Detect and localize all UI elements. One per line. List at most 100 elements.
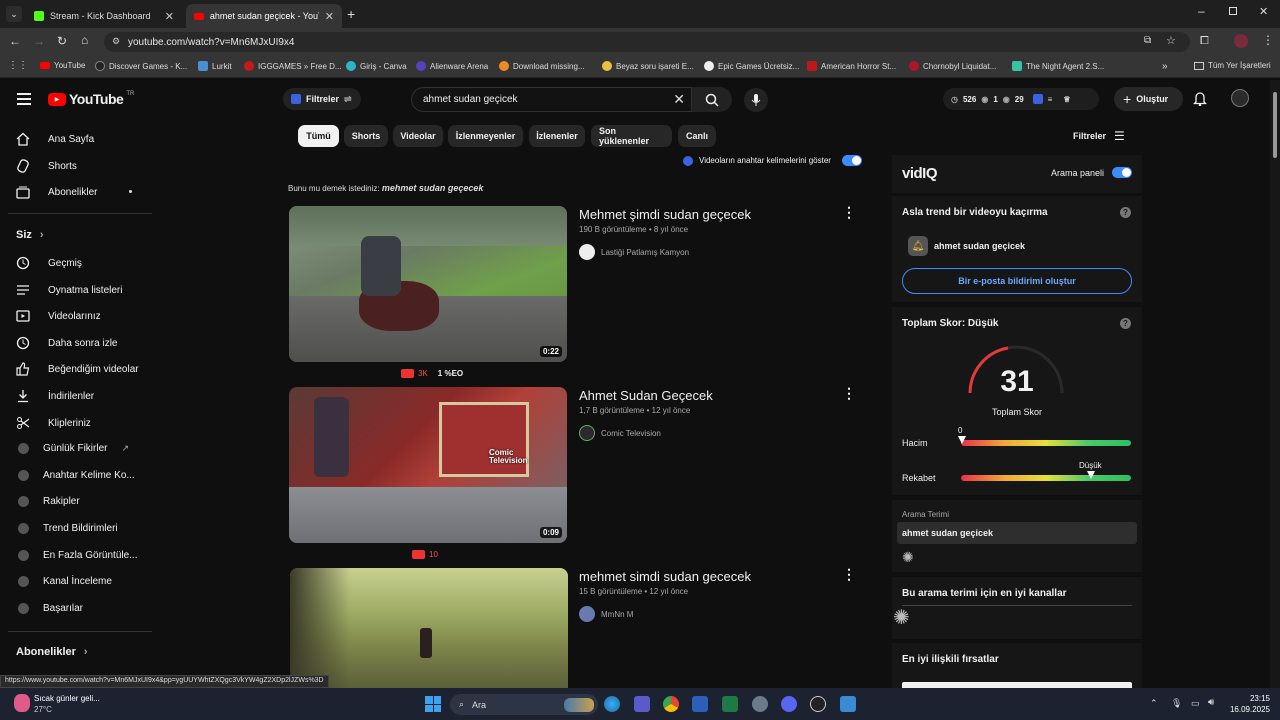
profile-avatar[interactable] [1234, 34, 1248, 48]
video-title[interactable]: mehmet simdi sudan gececek [579, 569, 751, 584]
weather-icon[interactable] [14, 694, 30, 712]
page-scrollbar[interactable] [1270, 80, 1280, 688]
sidebar-item-your-videos[interactable]: Videolarınız [16, 309, 101, 323]
chip-all[interactable]: Tümü [298, 125, 339, 147]
site-info-icon[interactable]: ⚙ [112, 36, 120, 47]
sidebar-subscriptions-header[interactable]: Abonelikler › [16, 646, 88, 658]
sidebar-item-watch-later[interactable]: Daha sonra izle [16, 336, 117, 350]
app-icon[interactable] [810, 696, 826, 712]
chip-unwatched[interactable]: İzlenmeyenler [448, 125, 523, 147]
more-actions-icon[interactable]: ⋮ [842, 204, 856, 221]
scrollbar-thumb[interactable] [1273, 92, 1277, 158]
search-term-field[interactable]: ahmet sudan geçicek [897, 522, 1137, 544]
close-icon[interactable]: ✕ [325, 10, 334, 23]
sidebar-item-subscriptions[interactable]: Abonelikler [16, 185, 97, 199]
sidebar-item-home[interactable]: Ana Sayfa [16, 132, 94, 146]
chip-live[interactable]: Canlı [678, 125, 716, 147]
notifications-button[interactable] [1192, 91, 1208, 111]
bookmark-item[interactable]: Giriş - Canva [346, 61, 407, 71]
address-bar[interactable]: ⚙ youtube.com/watch?v=Mn6MJxUI9x4 ⧉ ☆ [104, 32, 1190, 52]
clear-search-icon[interactable]: ✕ [673, 91, 685, 108]
bookmark-item[interactable]: Chornobyl Liquidat... [909, 61, 996, 71]
forward-icon[interactable]: → [33, 34, 45, 48]
keyword-toggle-switch[interactable] [841, 155, 862, 166]
discord-icon[interactable] [781, 696, 797, 712]
voice-search-button[interactable] [744, 88, 768, 112]
vidiq-stats-bar[interactable]: ◷ 526 ◉ 1 ◉ 29 ≡ ♕ [943, 88, 1099, 110]
all-bookmarks[interactable]: Tüm Yer İşaretleri [1194, 61, 1271, 70]
filters-button[interactable]: Filtreler ☰ [1073, 129, 1125, 143]
back-icon[interactable]: ← [9, 34, 21, 48]
search-input[interactable]: ahmet sudan geçicek ✕ [411, 87, 692, 112]
more-actions-icon[interactable]: ⋮ [842, 566, 856, 583]
sidebar-item-playlists[interactable]: Oynatma listeleri [16, 283, 122, 297]
help-icon[interactable]: ? [1120, 207, 1131, 218]
did-you-mean-link[interactable]: mehmet sudan geçecek [382, 183, 484, 193]
settings-app-icon[interactable] [752, 696, 768, 712]
sidebar-you-header[interactable]: Siz › [16, 229, 44, 241]
home-button-icon[interactable]: ⌂ [81, 33, 88, 47]
more-actions-icon[interactable]: ⋮ [842, 385, 856, 402]
menu-icon[interactable]: ⋮ [1262, 33, 1274, 47]
apps-icon[interactable]: ⋮⋮ [8, 60, 28, 71]
word-icon[interactable] [692, 696, 708, 712]
account-avatar[interactable] [1231, 89, 1249, 107]
tab-search-button[interactable]: ⌄ [6, 6, 22, 22]
edge-icon[interactable] [604, 696, 620, 712]
bookmark-item[interactable]: Discover Games - K... [95, 61, 187, 71]
teams-icon[interactable] [634, 696, 650, 712]
create-button[interactable]: + Oluştur [1114, 87, 1183, 111]
channel-link[interactable]: Comic Television [579, 425, 661, 441]
channel-link[interactable]: MmNn M [579, 606, 633, 622]
video-thumbnail[interactable] [290, 568, 568, 688]
hamburger-menu-icon[interactable] [17, 93, 31, 105]
youtube-logo[interactable]: ▶ YouTube TR [48, 91, 134, 107]
sidebar-item-shorts[interactable]: Shorts [16, 159, 77, 173]
volume-icon[interactable]: 🔊︎ [1208, 697, 1214, 708]
extensions-icon[interactable]: ⧠ [1200, 35, 1209, 48]
video-title[interactable]: Ahmet Sudan Geçecek [579, 388, 713, 403]
create-email-alert-button[interactable]: Bir e-posta bildirimi oluştur [902, 268, 1132, 294]
bookmark-item[interactable]: Lurkit [198, 61, 232, 71]
new-tab-icon[interactable]: + [347, 6, 355, 22]
sidebar-item-keyword-tool[interactable]: Anahtar Kelime Ko... [16, 470, 135, 481]
chip-videos[interactable]: Videolar [393, 125, 443, 147]
video-title[interactable]: Mehmet şimdi sudan geçecek [579, 207, 751, 222]
windows-start-icon[interactable] [425, 696, 441, 712]
install-icon[interactable]: ⧉ [1144, 35, 1151, 46]
video-thumbnail[interactable]: 0:22 [289, 206, 567, 362]
search-button[interactable] [692, 87, 732, 112]
bookmark-item[interactable]: The Night Agent 2.S... [1012, 61, 1104, 71]
search-panel-toggle[interactable] [1112, 167, 1132, 178]
sidebar-item-achievements[interactable]: Başarılar [16, 603, 83, 614]
clock[interactable]: 23:15 16.09.2025 [1226, 693, 1270, 715]
sidebar-item-history[interactable]: Geçmiş [16, 256, 82, 270]
network-icon[interactable]: ▭ [1191, 698, 1200, 709]
app-icon[interactable] [840, 696, 856, 712]
sidebar-item-liked[interactable]: Beğendiğim videolar [16, 362, 139, 376]
sidebar-item-trend-alerts[interactable]: Trend Bildirimleri [16, 523, 118, 534]
vidiq-filters-button[interactable]: Filtreler ⇌ [283, 88, 361, 110]
maximize-icon[interactable] [1229, 7, 1237, 15]
chip-recent[interactable]: Son yüklenenler [591, 125, 672, 147]
bookmark-item[interactable]: Alienware Arena [416, 61, 488, 71]
bookmark-star-icon[interactable]: ☆ [1166, 34, 1176, 47]
tab-youtube[interactable]: ahmet sudan geçicek - YouTube ✕ [186, 4, 342, 28]
more-bookmarks-icon[interactable]: » [1162, 61, 1168, 72]
bookmark-item[interactable]: Beyaz soru işareti E... [602, 61, 694, 71]
channel-link[interactable]: Lastiği Patlamış Kamyon [579, 244, 689, 260]
excel-icon[interactable] [722, 696, 738, 712]
video-thumbnail[interactable]: Comic Television 0:09 [289, 387, 567, 543]
sidebar-item-channel-audit[interactable]: Kanal İnceleme [16, 576, 112, 587]
sidebar-item-most-viewed[interactable]: En Fazla Görüntüle... [16, 550, 138, 561]
bookmark-item[interactable]: Download missing... [499, 61, 585, 71]
weather-widget[interactable]: Sıcak günler geli... 27°C [34, 694, 100, 714]
close-icon[interactable]: ✕ [165, 10, 174, 23]
chip-watched[interactable]: İzlenenler [529, 125, 585, 147]
taskbar-search[interactable]: ⌕ Ara [450, 694, 598, 715]
chrome-icon[interactable] [663, 696, 679, 712]
bookmark-item[interactable]: IGGGAMES » Free D... [244, 61, 342, 71]
microphone-tray-icon[interactable]: 🎙︎ [1171, 698, 1182, 709]
help-icon[interactable]: ? [1120, 318, 1131, 329]
bookmark-item[interactable]: American Horror St... [807, 61, 896, 71]
